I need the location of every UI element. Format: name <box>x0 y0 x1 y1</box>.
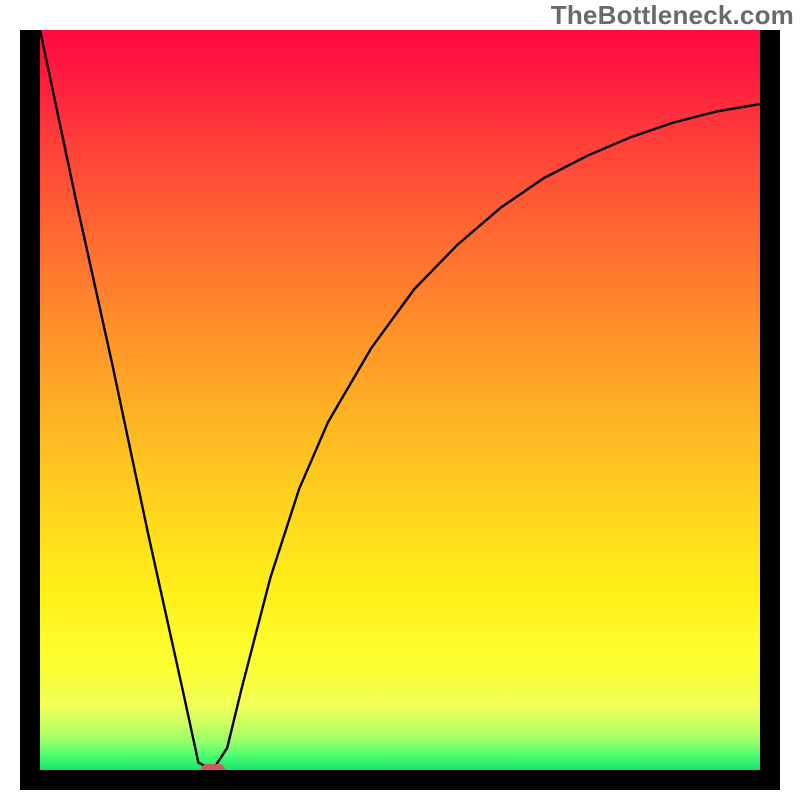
minimum-marker <box>201 764 225 770</box>
curve-svg <box>40 30 760 770</box>
bottleneck-curve-line <box>40 30 760 770</box>
chart-root: TheBottleneck.com <box>0 0 800 800</box>
watermark-text: TheBottleneck.com <box>551 0 794 31</box>
plot-frame <box>20 30 780 790</box>
plot-area <box>40 30 760 770</box>
